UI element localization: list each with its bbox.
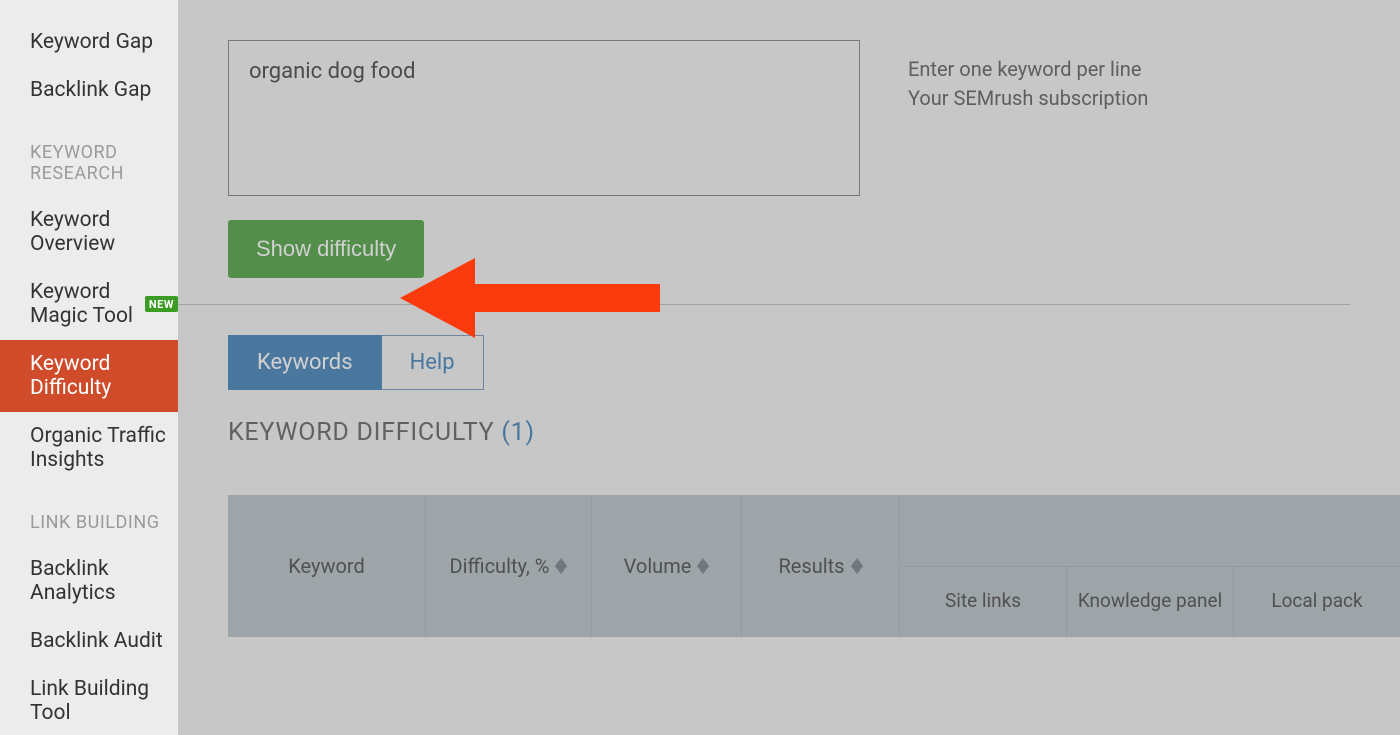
sidebar-item-organic-traffic-insights[interactable]: Organic Traffic Insights: [0, 412, 178, 484]
sidebar-section-link-building: LINK BUILDING: [0, 484, 178, 545]
th-local-pack[interactable]: Local pack: [1234, 567, 1400, 638]
tab-help[interactable]: Help: [382, 335, 484, 390]
sidebar-item-keyword-gap[interactable]: Keyword Gap: [0, 18, 178, 66]
sidebar-item-keyword-magic-tool[interactable]: Keyword Magic Tool NEW: [0, 268, 178, 340]
th-keyword[interactable]: Keyword: [228, 495, 426, 637]
divider: [178, 304, 1350, 305]
th-difficulty-label: Difficulty, %: [450, 554, 550, 578]
input-hints: Enter one keyword per line Your SEMrush …: [908, 55, 1148, 113]
th-knowledge-panel[interactable]: Knowledge panel: [1067, 567, 1234, 638]
th-serp-features-group: Site links Knowledge panel Local pack: [900, 495, 1400, 637]
sidebar-item-backlink-audit[interactable]: Backlink Audit: [0, 617, 178, 665]
section-heading-text: KEYWORD DIFFICULTY: [228, 418, 494, 447]
tab-keywords[interactable]: Keywords: [228, 335, 382, 390]
sidebar-item-keyword-overview[interactable]: Keyword Overview: [0, 196, 178, 268]
section-heading: KEYWORD DIFFICULTY (1): [228, 418, 1400, 447]
th-volume-label: Volume: [624, 554, 692, 578]
th-site-links[interactable]: Site links: [900, 567, 1067, 638]
show-difficulty-button[interactable]: Show difficulty: [228, 220, 424, 278]
results-table-header: Keyword Difficulty, % Volume Results: [228, 495, 1400, 637]
sort-icon: [555, 558, 567, 574]
sidebar-item-link-building-tool[interactable]: Link Building Tool: [0, 665, 178, 735]
tabs: Keywords Help: [228, 335, 1400, 390]
sort-icon: [851, 558, 863, 574]
sidebar: Keyword Gap Backlink Gap KEYWORD RESEARC…: [0, 0, 178, 735]
sidebar-item-backlink-gap[interactable]: Backlink Gap: [0, 66, 178, 114]
main-area: Enter one keyword per line Your SEMrush …: [178, 0, 1400, 735]
sidebar-item-backlink-analytics[interactable]: Backlink Analytics: [0, 545, 178, 617]
keyword-textarea[interactable]: [228, 40, 860, 196]
section-heading-count: (1): [501, 418, 535, 447]
th-difficulty[interactable]: Difficulty, %: [426, 495, 592, 637]
hint-line-2: Your SEMrush subscription: [908, 84, 1148, 113]
th-results[interactable]: Results: [742, 495, 900, 637]
new-badge: NEW: [145, 296, 178, 312]
sidebar-item-keyword-difficulty[interactable]: Keyword Difficulty: [0, 340, 178, 412]
sidebar-section-keyword-research: KEYWORD RESEARCH: [0, 114, 178, 196]
sidebar-item-label: Keyword Magic Tool: [30, 280, 137, 328]
th-results-label: Results: [778, 554, 844, 578]
sort-icon: [697, 558, 709, 574]
th-volume[interactable]: Volume: [592, 495, 742, 637]
hint-line-1: Enter one keyword per line: [908, 55, 1148, 84]
